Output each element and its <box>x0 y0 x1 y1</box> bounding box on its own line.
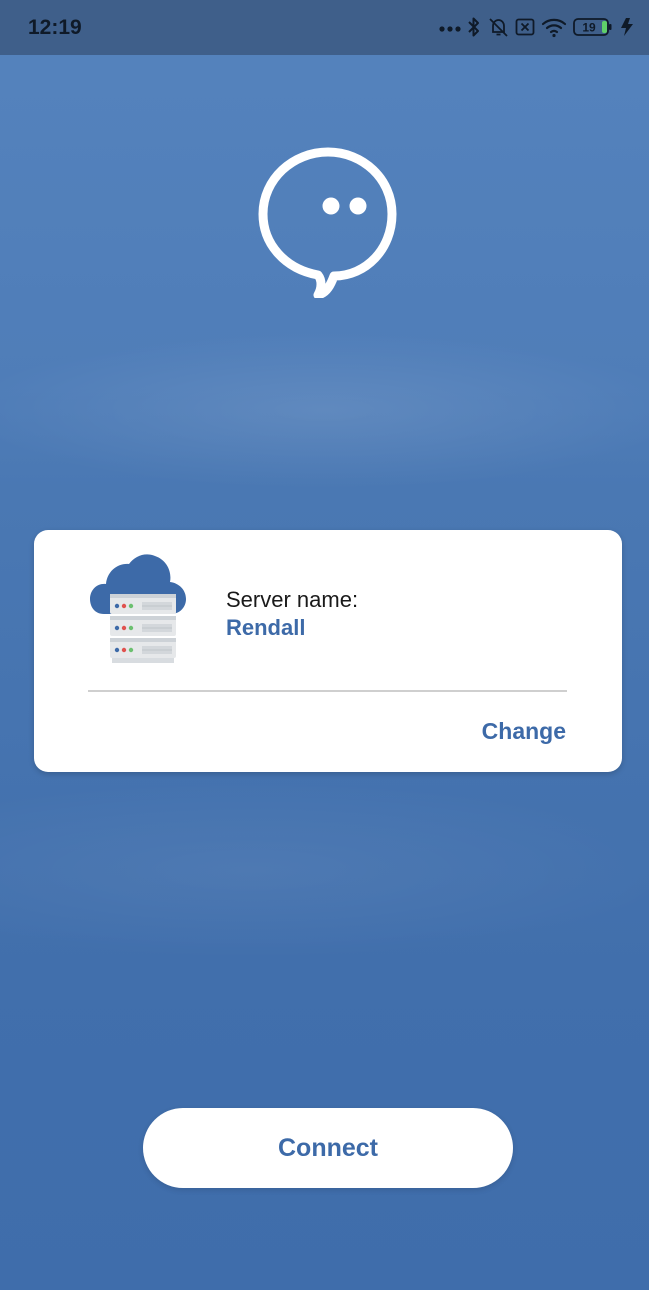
change-server-button[interactable]: Change <box>482 718 566 745</box>
battery-icon: 19 <box>573 17 613 37</box>
chat-bubble-logo-icon <box>258 146 398 300</box>
wifi-icon <box>541 16 567 38</box>
server-card: Server name: Rendall Change <box>34 530 622 772</box>
background-haze-lower <box>0 780 649 960</box>
more-dots-icon <box>439 22 461 32</box>
server-name-label: Server name: <box>226 587 359 612</box>
bluetooth-icon <box>467 16 481 38</box>
app-screen: 12:19 19 Server name: Rendall Change Con… <box>0 0 649 1290</box>
connect-button[interactable]: Connect <box>143 1108 513 1188</box>
background-haze <box>0 330 649 490</box>
alarm-off-icon <box>487 16 509 38</box>
server-name-value: Rendall <box>226 615 306 640</box>
status-icons: 19 <box>439 12 635 42</box>
sim-off-icon <box>515 18 535 36</box>
status-bar: 12:19 19 <box>0 0 649 55</box>
card-divider <box>88 690 567 692</box>
cloud-server-icon <box>90 552 186 664</box>
battery-level-text: 19 <box>582 21 596 35</box>
status-time: 12:19 <box>28 16 82 39</box>
charging-icon <box>619 17 635 37</box>
